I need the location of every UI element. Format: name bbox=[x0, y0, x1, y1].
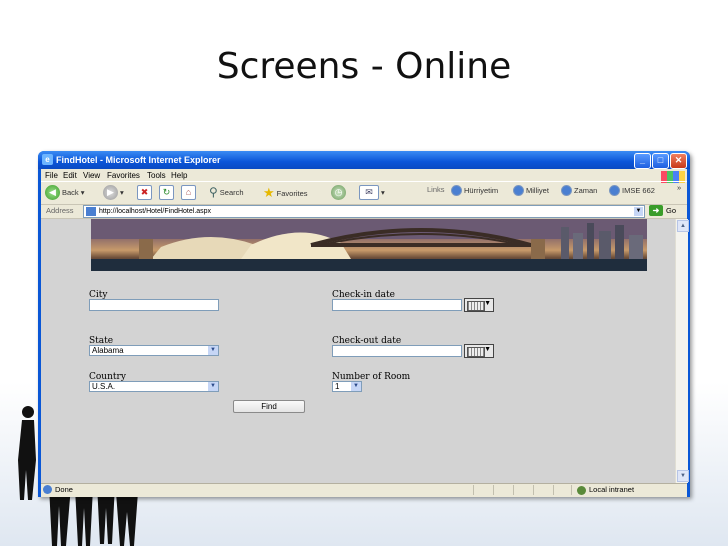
link-imse662[interactable]: IMSE 662 bbox=[609, 185, 655, 196]
menu-help[interactable]: Help bbox=[171, 171, 187, 180]
star-icon: ★ bbox=[263, 185, 275, 200]
links-label: Links bbox=[427, 185, 445, 194]
close-button[interactable]: ✕ bbox=[670, 153, 687, 169]
page-content: City State Alabama ▼ Country U.S.A. ▼ Ch… bbox=[41, 219, 675, 483]
calendar-icon bbox=[467, 347, 485, 357]
browser-window: e FindHotel - Microsoft Internet Explore… bbox=[38, 151, 690, 497]
intranet-icon bbox=[577, 486, 586, 495]
back-button[interactable]: ◀ Back ▾ bbox=[45, 185, 84, 200]
menu-view[interactable]: View bbox=[83, 171, 100, 180]
chevron-down-icon: ▼ bbox=[484, 300, 491, 307]
menu-file[interactable]: File bbox=[45, 171, 58, 180]
page-icon bbox=[86, 207, 96, 216]
link-milliyet[interactable]: Milliyet bbox=[513, 185, 549, 196]
country-select[interactable]: U.S.A. ▼ bbox=[89, 381, 219, 392]
checkout-input[interactable] bbox=[332, 345, 462, 357]
history-button[interactable]: ◷ bbox=[331, 185, 346, 200]
mail-button[interactable]: ✉ ▾ bbox=[359, 185, 385, 200]
search-icon: ⚲ bbox=[209, 185, 218, 199]
history-icon: ◷ bbox=[331, 185, 346, 200]
sydney-banner-image bbox=[91, 219, 647, 271]
find-button[interactable]: Find bbox=[233, 400, 305, 413]
scroll-up-icon[interactable]: ▲ bbox=[677, 220, 689, 232]
window-body: File Edit View Favorites Tools Help ◀ Ba… bbox=[41, 169, 689, 497]
page-done-icon bbox=[43, 485, 52, 494]
chevron-down-icon[interactable]: ▼ bbox=[634, 207, 643, 216]
checkin-input[interactable] bbox=[332, 299, 462, 311]
link-zaman[interactable]: Zaman bbox=[561, 185, 597, 196]
refresh-button[interactable]: ↻ bbox=[159, 185, 174, 200]
chevron-down-icon: ▼ bbox=[351, 382, 361, 391]
link-page-icon bbox=[561, 185, 572, 196]
maximize-button[interactable]: □ bbox=[652, 153, 669, 169]
status-text: Done bbox=[55, 485, 73, 494]
chevron-down-icon: ▼ bbox=[208, 346, 218, 355]
stop-icon: ✖ bbox=[137, 185, 152, 200]
menu-tools[interactable]: Tools bbox=[147, 171, 166, 180]
forward-button[interactable]: ▶ ▾ bbox=[103, 185, 124, 200]
rooms-select[interactable]: 1 ▼ bbox=[332, 381, 362, 392]
link-page-icon bbox=[451, 185, 462, 196]
window-title: FindHotel - Microsoft Internet Explorer bbox=[56, 155, 221, 165]
chevron-down-icon: ▼ bbox=[208, 382, 218, 391]
link-page-icon bbox=[513, 185, 524, 196]
link-page-icon bbox=[609, 185, 620, 196]
menu-edit[interactable]: Edit bbox=[63, 171, 77, 180]
checkout-calendar-button[interactable]: ▼ bbox=[464, 344, 494, 358]
forward-arrow-icon: ▶ bbox=[103, 185, 118, 200]
menu-favorites[interactable]: Favorites bbox=[107, 171, 140, 180]
calendar-icon bbox=[467, 301, 485, 311]
scroll-down-icon[interactable]: ▼ bbox=[677, 470, 689, 482]
home-icon: ⌂ bbox=[181, 185, 196, 200]
address-bar: Address http://localhost/Hotel/FindHotel… bbox=[41, 204, 687, 219]
chevron-more-icon[interactable]: » bbox=[677, 183, 681, 192]
zone-indicator: Local intranet bbox=[575, 485, 634, 495]
back-arrow-icon: ◀ bbox=[45, 185, 60, 200]
state-select[interactable]: Alabama ▼ bbox=[89, 345, 219, 356]
refresh-icon: ↻ bbox=[159, 185, 174, 200]
link-hurriyetim[interactable]: Hürriyetim bbox=[451, 185, 498, 196]
minimize-button[interactable]: _ bbox=[634, 153, 651, 169]
menu-bar: File Edit View Favorites Tools Help bbox=[41, 169, 687, 183]
address-input[interactable]: http://localhost/Hotel/FindHotel.aspx ▼ bbox=[83, 205, 645, 218]
go-button[interactable]: ➜ Go bbox=[649, 205, 676, 216]
checkin-calendar-button[interactable]: ▼ bbox=[464, 298, 494, 312]
go-arrow-icon: ➜ bbox=[649, 205, 663, 216]
favorites-button[interactable]: ★ Favorites bbox=[263, 185, 308, 201]
mail-icon: ✉ bbox=[359, 185, 379, 200]
ie-icon: e bbox=[42, 154, 53, 165]
vertical-scrollbar[interactable]: ▲ ▼ bbox=[675, 219, 689, 483]
address-label: Address bbox=[46, 206, 74, 215]
toolbar: ◀ Back ▾ ▶ ▾ ✖ ↻ ⌂ ⚲ Search ★ Favorites ◷ … bbox=[41, 181, 687, 205]
stop-button[interactable]: ✖ bbox=[137, 185, 152, 200]
slide-title: Screens - Online bbox=[216, 46, 512, 87]
city-input[interactable] bbox=[89, 299, 219, 311]
chevron-down-icon: ▼ bbox=[484, 346, 491, 353]
status-bar: Done Local intranet bbox=[41, 483, 687, 496]
home-button[interactable]: ⌂ bbox=[181, 185, 196, 200]
title-bar[interactable]: e FindHotel - Microsoft Internet Explore… bbox=[38, 151, 690, 169]
search-button[interactable]: ⚲ Search bbox=[209, 185, 244, 199]
